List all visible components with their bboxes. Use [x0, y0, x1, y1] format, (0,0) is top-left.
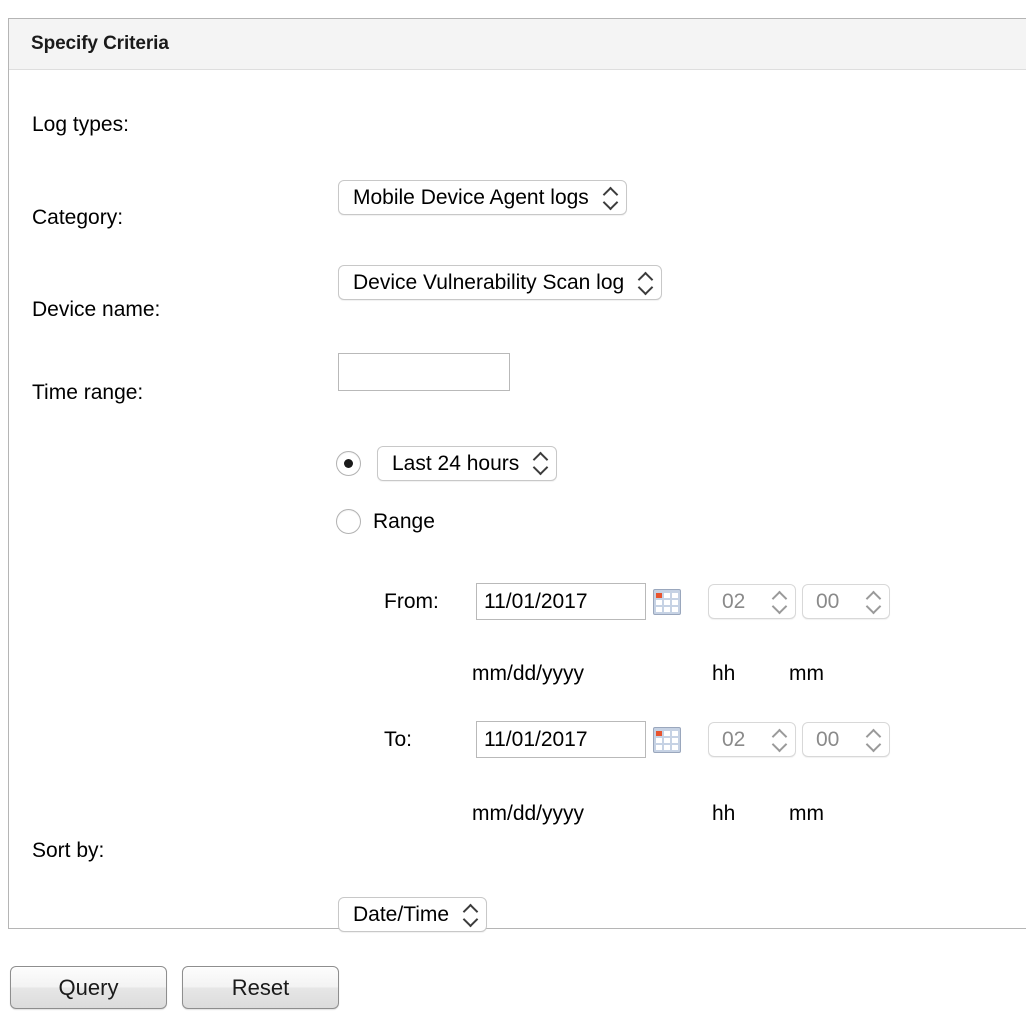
time-range-preset-row: Last 24 hours — [336, 445, 936, 481]
from-date-hint: mm/dd/yyyy — [472, 662, 712, 686]
from-date-input[interactable] — [476, 583, 646, 620]
time-range-label-row: Time range: — [32, 382, 143, 403]
button-bar: Query Reset — [10, 966, 339, 1009]
chevron-updown-icon — [463, 904, 478, 926]
chevron-updown-icon — [603, 187, 618, 209]
category-label: Category: — [32, 207, 123, 228]
panel-header: Specify Criteria — [9, 19, 1026, 70]
query-button[interactable]: Query — [10, 966, 167, 1009]
to-date-input[interactable] — [476, 721, 646, 758]
chevron-updown-icon — [866, 591, 881, 613]
log-types-select[interactable]: Mobile Device Agent logs — [338, 180, 627, 215]
to-date-hint: mm/dd/yyyy — [472, 802, 712, 826]
time-range-preset-select[interactable]: Last 24 hours — [377, 446, 557, 481]
sort-by-select-value: Date/Time — [353, 904, 463, 925]
to-hour-hint: hh — [712, 802, 789, 826]
chevron-updown-icon — [638, 272, 653, 294]
category-label-row: Category: — [32, 207, 123, 228]
time-range-label: Time range: — [32, 382, 143, 403]
from-row: From: — [384, 583, 890, 620]
log-types-label: Log types: — [32, 114, 129, 135]
from-hour-select[interactable]: 02 — [708, 584, 796, 619]
to-hour-select[interactable]: 02 — [708, 722, 796, 757]
page-title: Specify Criteria — [31, 33, 169, 55]
to-row: To: — [384, 721, 890, 758]
to-minute-value: 00 — [816, 729, 853, 750]
device-name-label: Device name: — [32, 299, 160, 320]
radio-time-range-preset[interactable] — [336, 451, 361, 476]
device-name-input[interactable] — [338, 353, 510, 391]
time-range-block: Last 24 hours Range — [336, 445, 936, 539]
from-minute-select[interactable]: 00 — [802, 584, 890, 619]
calendar-icon[interactable] — [653, 727, 681, 753]
device-name-label-row: Device name: — [32, 299, 160, 320]
to-hint-row: mm/dd/yyyy hh mm — [472, 802, 849, 826]
to-label: To: — [384, 729, 476, 750]
log-types-label-row: Log types: — [32, 114, 129, 135]
category-select-value: Device Vulnerability Scan log — [353, 272, 638, 293]
sort-by-label: Sort by: — [32, 840, 104, 861]
from-time-selects: 02 00 — [708, 584, 890, 619]
reset-button[interactable]: Reset — [182, 966, 339, 1009]
radio-time-range-custom[interactable] — [336, 509, 361, 534]
to-minute-select[interactable]: 00 — [802, 722, 890, 757]
from-hour-value: 02 — [722, 591, 759, 612]
from-hour-hint: hh — [712, 662, 789, 686]
sort-by-select[interactable]: Date/Time — [338, 897, 487, 932]
chevron-updown-icon — [533, 452, 548, 474]
category-select[interactable]: Device Vulnerability Scan log — [338, 265, 662, 300]
to-minute-hint: mm — [789, 802, 849, 826]
from-hint-row: mm/dd/yyyy hh mm — [472, 662, 849, 686]
from-minute-hint: mm — [789, 662, 849, 686]
chevron-updown-icon — [772, 729, 787, 751]
sort-by-label-row: Sort by: — [32, 840, 104, 861]
chevron-updown-icon — [866, 729, 881, 751]
to-hour-value: 02 — [722, 729, 759, 750]
chevron-updown-icon — [772, 591, 787, 613]
time-range-preset-value: Last 24 hours — [392, 453, 533, 474]
calendar-icon[interactable] — [653, 589, 681, 615]
from-minute-value: 00 — [816, 591, 853, 612]
time-range-range-row: Range — [336, 503, 936, 539]
specify-criteria-panel: Specify Criteria Log types: Mobile Devic… — [8, 18, 1026, 929]
panel-body: Log types: Mobile Device Agent logs Cate… — [9, 70, 1026, 928]
to-time-selects: 02 00 — [708, 722, 890, 757]
time-range-range-label: Range — [373, 511, 435, 532]
from-label: From: — [384, 591, 476, 612]
log-types-select-value: Mobile Device Agent logs — [353, 187, 603, 208]
